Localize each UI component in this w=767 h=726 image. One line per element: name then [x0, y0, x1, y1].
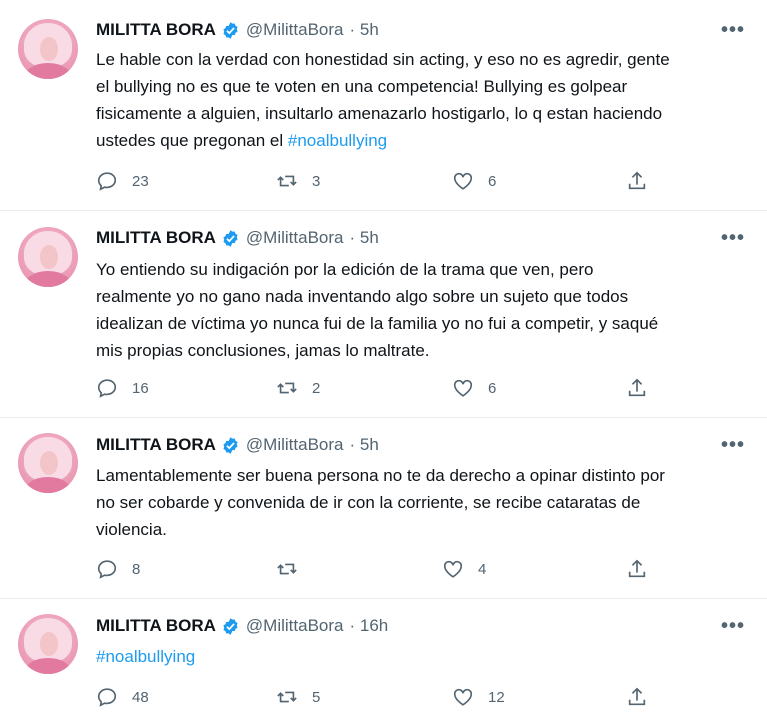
like-button[interactable]: 4 [442, 557, 486, 581]
share-button[interactable] [626, 685, 648, 709]
like-button[interactable]: 6 [452, 376, 496, 400]
reply-count: 23 [132, 172, 149, 190]
tweet[interactable]: MILITTA BORA @MilittaBora · 5h ••• Le ha… [0, 0, 767, 211]
reply-icon [97, 379, 117, 398]
avatar[interactable] [18, 19, 78, 79]
share-icon [628, 687, 646, 706]
reply-icon [97, 688, 117, 707]
tweet-line: realmente yo no gano nada inventando alg… [96, 287, 629, 306]
tweet-line: idealizan de víctima yo nunca fui de la … [96, 314, 659, 333]
retweet-button[interactable] [276, 557, 312, 581]
retweet-button[interactable]: 2 [276, 376, 320, 400]
reply-icon [97, 560, 117, 579]
tweet-line: #noalbullying [96, 643, 756, 670]
share-icon [628, 171, 646, 190]
tweet-text: Lamentablemente ser buena persona no te … [96, 462, 756, 543]
more-icon[interactable]: ••• [721, 435, 745, 455]
tweet-line: mis propias conclusiones, jamas lo maltr… [96, 341, 430, 360]
reply-button[interactable]: 48 [96, 685, 149, 709]
tweet-line: no ser cobarde y convenida de ir con la … [96, 493, 641, 512]
avatar[interactable] [18, 614, 78, 674]
reply-count: 16 [132, 379, 149, 397]
verified-badge-icon [223, 229, 238, 247]
tweet-actions: 8 4 [96, 557, 666, 581]
retweet-count: 3 [312, 172, 321, 190]
like-count: 4 [478, 560, 487, 578]
user-handle[interactable]: @MilittaBora [246, 616, 344, 636]
more-icon[interactable]: ••• [721, 616, 745, 636]
share-icon [628, 378, 646, 397]
user-handle[interactable]: @MilittaBora [246, 228, 344, 248]
tweet-actions: 16 2 6 [96, 376, 666, 400]
heart-icon [453, 172, 473, 190]
tweet-line: Yo entiendo su indigación por la edición… [96, 260, 594, 279]
like-button[interactable]: 6 [452, 169, 496, 193]
more-icon[interactable]: ••• [721, 228, 745, 248]
timestamp[interactable]: · 5h [349, 435, 378, 455]
display-name[interactable]: MILITTA BORA [96, 435, 216, 455]
verified-badge-icon [223, 436, 238, 454]
hashtag-link[interactable]: #noalbullying [96, 647, 195, 666]
reply-button[interactable]: 23 [96, 169, 149, 193]
avatar[interactable] [18, 433, 78, 493]
like-count: 12 [488, 688, 505, 706]
display-name[interactable]: MILITTA BORA [96, 228, 216, 248]
tweet-actions: 23 3 6 [96, 169, 666, 193]
retweet-icon [277, 691, 297, 703]
reply-count: 8 [132, 560, 141, 578]
display-name[interactable]: MILITTA BORA [96, 20, 216, 40]
verified-badge-icon [223, 21, 238, 39]
reply-button[interactable]: 16 [96, 376, 149, 400]
tweet-line: violencia. [96, 520, 167, 539]
tweet-line: ustedes que pregonan el #noalbullying [96, 131, 388, 150]
like-count: 6 [488, 172, 497, 190]
avatar[interactable] [18, 227, 78, 287]
like-button[interactable]: 12 [452, 685, 505, 709]
share-icon [628, 559, 646, 578]
tweet-text: Yo entiendo su indigación por la edición… [96, 256, 756, 364]
share-button[interactable] [626, 376, 648, 400]
verified-badge-icon [223, 617, 238, 635]
reply-count: 48 [132, 688, 149, 706]
retweet-icon [277, 175, 297, 187]
hashtag-link[interactable]: #noalbullying [288, 131, 387, 150]
heart-icon [443, 560, 463, 578]
user-handle[interactable]: @MilittaBora [246, 435, 344, 455]
tweet[interactable]: MILITTA BORA @MilittaBora · 16h ••• #noa… [0, 598, 767, 726]
timestamp[interactable]: · 5h [349, 20, 378, 40]
share-button[interactable] [626, 557, 648, 581]
tweet-actions: 48 5 12 [96, 685, 666, 709]
tweet-line: Lamentablemente ser buena persona no te … [96, 466, 665, 485]
timestamp[interactable]: · 16h [349, 616, 388, 636]
user-handle[interactable]: @MilittaBora [246, 20, 344, 40]
retweet-icon [277, 563, 297, 575]
reply-button[interactable]: 8 [96, 557, 140, 581]
heart-icon [453, 688, 473, 706]
reply-icon [97, 172, 117, 191]
retweet-count: 2 [312, 379, 321, 397]
display-name[interactable]: MILITTA BORA [96, 616, 216, 636]
heart-icon [453, 379, 473, 397]
more-icon[interactable]: ••• [721, 20, 745, 40]
retweet-button[interactable]: 5 [276, 685, 320, 709]
retweet-icon [277, 382, 297, 394]
share-button[interactable] [626, 169, 648, 193]
tweet-line: fisicamente a alguien, insultarlo amenaz… [96, 104, 663, 123]
tweet-text: #noalbullying [96, 643, 756, 670]
timestamp[interactable]: · 5h [349, 228, 378, 248]
tweet[interactable]: MILITTA BORA @MilittaBora · 5h ••• Yo en… [0, 210, 767, 418]
retweet-button[interactable]: 3 [276, 169, 320, 193]
tweet-line: Le hable con la verdad con honestidad si… [96, 50, 670, 69]
like-count: 6 [488, 379, 497, 397]
tweet-text: Le hable con la verdad con honestidad si… [96, 46, 756, 154]
tweet-line: el bullying no es que te voten en una co… [96, 77, 628, 96]
tweet[interactable]: MILITTA BORA @MilittaBora · 5h ••• Lamen… [0, 417, 767, 599]
retweet-count: 5 [312, 688, 321, 706]
